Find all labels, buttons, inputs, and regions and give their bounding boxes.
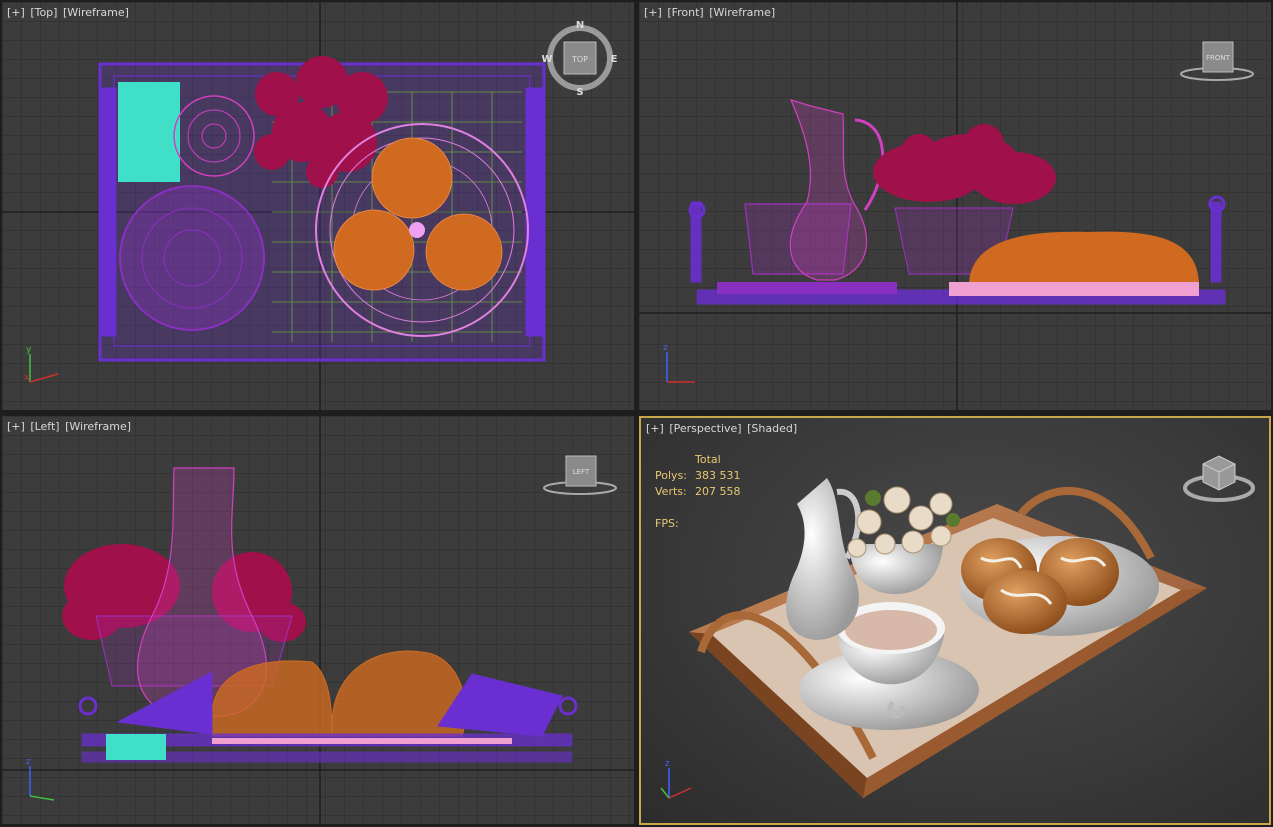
viewport-view-menu[interactable]: [Left]	[29, 420, 60, 433]
stats-polys-label: Polys:	[655, 469, 687, 482]
axis-z-label: z	[663, 343, 668, 353]
viewport-view-menu[interactable]: [Top]	[29, 6, 58, 19]
axis-tripod-left: z	[26, 757, 55, 801]
viewport-plus-menu[interactable]: [+]	[645, 422, 665, 435]
viewport-top[interactable]: [+] [Top] [Wireframe] TOP N S E W y x	[2, 2, 634, 410]
viewport-perspective-label[interactable]: [+] [Perspective] [Shaded]	[645, 422, 798, 435]
viewport-plus-menu[interactable]: [+]	[643, 6, 663, 19]
viewport-shading-menu[interactable]: [Wireframe]	[708, 6, 776, 19]
viewport-perspective[interactable]: [+] [Perspective] [Shaded] Total Polys: 3…	[639, 416, 1271, 825]
axis-y-label: y	[26, 345, 32, 355]
viewport-shading-menu[interactable]: [Wireframe]	[62, 6, 130, 19]
axis-z-label: z	[26, 757, 31, 767]
viewport-view-menu[interactable]: [Front]	[666, 6, 704, 19]
viewport-shading-menu[interactable]: [Wireframe]	[64, 420, 132, 433]
axis-tripod-front: z	[663, 343, 695, 383]
stats-verts-label: Verts:	[655, 485, 687, 498]
scene-statistics: Total Polys: 383 531 Verts: 207 558 FPS:	[655, 452, 741, 532]
viewport-shading-menu[interactable]: [Shaded]	[746, 422, 798, 435]
viewport-top-label[interactable]: [+] [Top] [Wireframe]	[6, 6, 130, 19]
viewport-left-label[interactable]: [+] [Left] [Wireframe]	[6, 420, 132, 433]
stats-total-label: Total	[695, 453, 721, 466]
stats-fps-label: FPS:	[655, 517, 679, 530]
viewport-left[interactable]: [+] [Left] [Wireframe] LEFT z	[2, 416, 634, 824]
axis-tripod-top: y x	[24, 345, 59, 383]
viewport-view-menu[interactable]: [Perspective]	[668, 422, 742, 435]
viewport-plus-menu[interactable]: [+]	[6, 6, 26, 19]
viewport-front-label[interactable]: [+] [Front] [Wireframe]	[643, 6, 776, 19]
axis-x-label: x	[24, 373, 30, 383]
stats-polys-value: 383 531	[695, 469, 741, 482]
axis-z-label: z	[665, 759, 670, 769]
viewport-front[interactable]: [+] [Front] [Wireframe] FRONT z	[639, 2, 1271, 410]
stats-verts-value: 207 558	[695, 485, 741, 498]
viewport-plus-menu[interactable]: [+]	[6, 420, 26, 433]
